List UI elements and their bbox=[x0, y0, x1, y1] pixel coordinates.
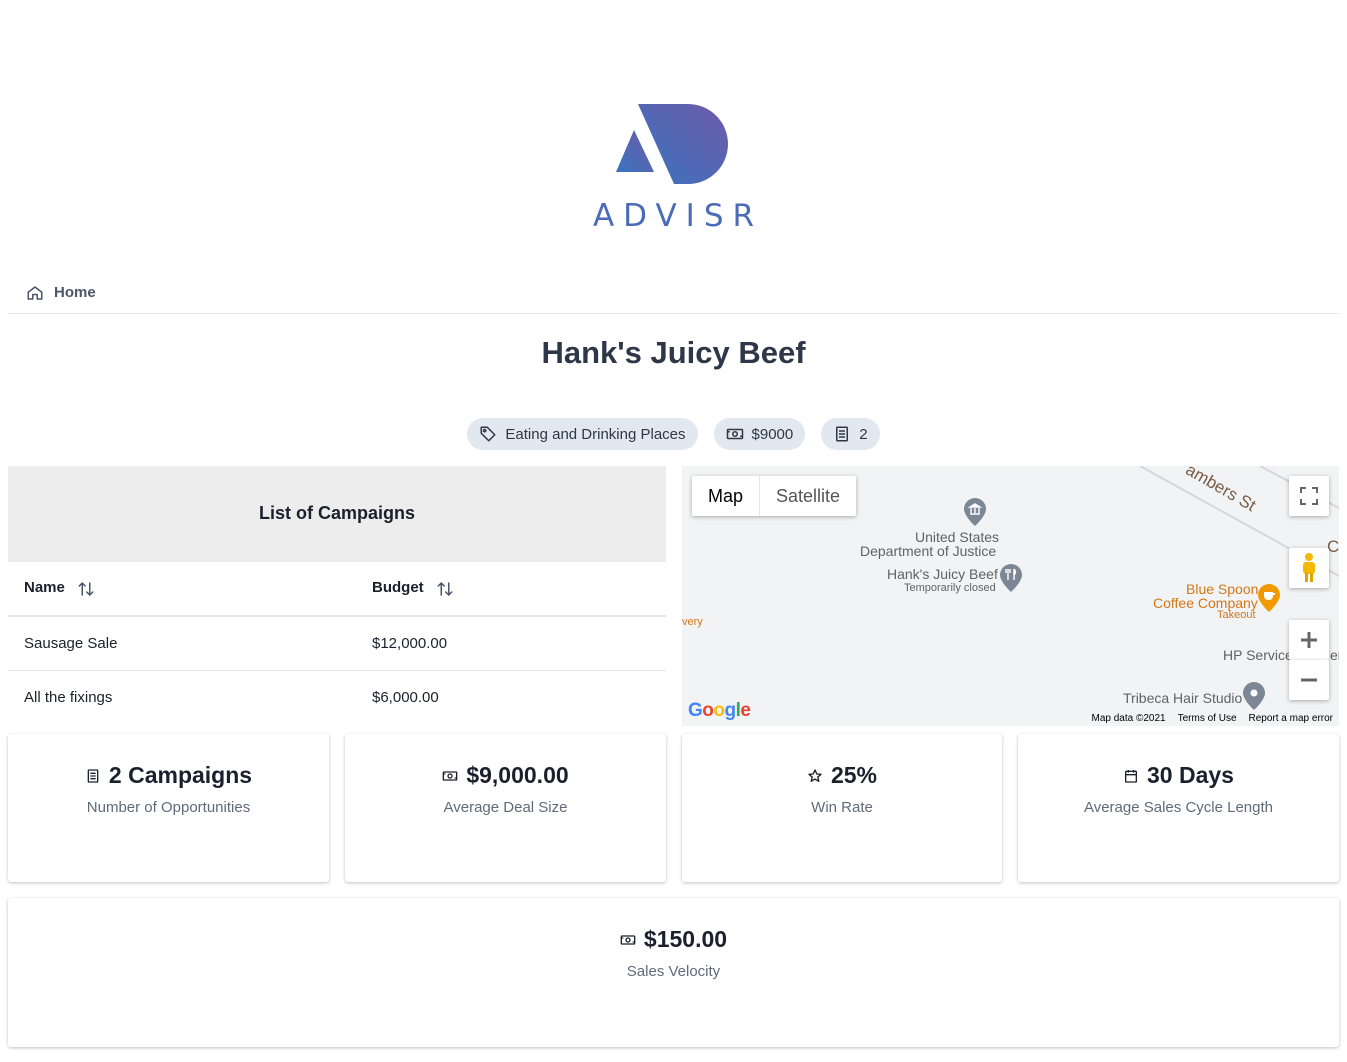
stat-card-sales-velocity: $150.00 Sales Velocity bbox=[8, 898, 1339, 1047]
map-type-map[interactable]: Map bbox=[692, 476, 759, 516]
brand-logo[interactable]: ADVISR bbox=[0, 100, 1347, 234]
tag-campaign-count: 2 bbox=[821, 418, 880, 450]
stat-value: $9,000.00 bbox=[466, 762, 569, 788]
plus-icon bbox=[1301, 632, 1317, 648]
salon-pin-icon[interactable] bbox=[1243, 682, 1265, 710]
map-place-tribeca: Tribeca Hair Studio bbox=[1123, 690, 1243, 706]
map-data-credit: Map data ©2021 bbox=[1091, 713, 1166, 724]
campaign-budget: $12,000.00 bbox=[356, 616, 666, 671]
money-icon bbox=[620, 934, 636, 945]
star-icon bbox=[808, 768, 822, 782]
map-place-doj-line2: Department of Justice bbox=[860, 543, 997, 559]
stat-value: 30 Days bbox=[1147, 762, 1234, 788]
map-place-bluespoon-status: Takeout bbox=[1217, 609, 1256, 621]
minus-icon bbox=[1301, 678, 1317, 682]
map-place-hanks-status: Temporarily closed bbox=[904, 582, 996, 594]
map-place-hp-suffix: er bbox=[1330, 647, 1339, 663]
document-icon bbox=[87, 768, 99, 783]
google-logo[interactable]: Google bbox=[688, 700, 751, 722]
stat-label: Sales Velocity bbox=[626, 963, 721, 980]
stat-label: Number of Opportunities bbox=[86, 799, 251, 816]
map-place-hp: HP Service bbox=[1223, 647, 1293, 663]
sort-icon[interactable] bbox=[436, 580, 454, 598]
breadcrumb-home[interactable]: Home bbox=[26, 284, 96, 302]
advisr-logo-mark-icon bbox=[615, 104, 728, 184]
stat-card-win-rate: 25% Win Rate bbox=[682, 734, 1002, 882]
document-icon bbox=[836, 426, 849, 442]
brand-name: ADVISR bbox=[592, 198, 764, 234]
money-icon bbox=[726, 428, 743, 440]
stat-label: Win Rate bbox=[811, 799, 873, 816]
stat-value: 25% bbox=[830, 762, 878, 788]
stat-value: 2 Campaigns bbox=[108, 762, 253, 788]
stat-card-opportunities: 2 Campaigns Number of Opportunities bbox=[8, 734, 329, 882]
home-icon bbox=[27, 285, 43, 300]
map-footer: Map data ©2021 Terms of Use Report a map… bbox=[1092, 713, 1333, 724]
tag-icon bbox=[480, 426, 496, 442]
campaigns-panel: List of Campaigns Name Budget Sausage Sa… bbox=[8, 466, 666, 726]
column-header-budget[interactable]: Budget bbox=[356, 562, 666, 617]
stat-value: $150.00 bbox=[643, 926, 728, 952]
campaigns-heading: List of Campaigns bbox=[8, 466, 666, 562]
campaigns-table: Name Budget Sausage Sale $12,000.00 All … bbox=[8, 562, 666, 724]
tag-campaign-count-label: 2 bbox=[859, 425, 868, 443]
money-icon bbox=[442, 770, 458, 781]
fullscreen-button[interactable] bbox=[1289, 476, 1329, 516]
column-header-name[interactable]: Name bbox=[8, 562, 356, 617]
stat-card-sales-cycle: 30 Days Average Sales Cycle Length bbox=[1018, 734, 1339, 882]
map-type-toggle: Map Satellite bbox=[692, 476, 857, 516]
tag-budget: $9000 bbox=[713, 418, 806, 450]
map-report-link[interactable]: Report a map error bbox=[1249, 713, 1333, 724]
column-header-name-label: Name bbox=[24, 579, 65, 597]
map-type-satellite[interactable]: Satellite bbox=[760, 476, 856, 516]
map-place-fragment: very bbox=[682, 616, 703, 628]
government-pin-icon[interactable] bbox=[964, 498, 986, 526]
breadcrumb-home-label: Home bbox=[54, 284, 96, 301]
column-header-budget-label: Budget bbox=[372, 579, 424, 597]
tag-category: Eating and Drinking Places bbox=[467, 418, 698, 450]
table-row[interactable]: All the fixings $6,000.00 bbox=[8, 670, 666, 724]
tag-budget-label: $9000 bbox=[751, 425, 794, 443]
campaign-budget: $6,000.00 bbox=[372, 688, 439, 706]
campaign-name: All the fixings bbox=[24, 688, 113, 706]
table-row[interactable]: Sausage Sale $12,000.00 bbox=[8, 616, 666, 671]
map-place-bluespoon-line1: Blue Spoon bbox=[1186, 581, 1259, 597]
calendar-icon bbox=[1125, 769, 1138, 783]
restaurant-pin-icon[interactable] bbox=[1000, 564, 1022, 592]
stat-label: Average Sales Cycle Length bbox=[1083, 799, 1273, 816]
business-tags: Eating and Drinking Places $9000 2 bbox=[0, 418, 1347, 450]
cafe-pin-icon[interactable] bbox=[1258, 584, 1280, 612]
stat-card-deal-size: $9,000.00 Average Deal Size bbox=[345, 734, 666, 882]
map-place-doj-line1: United States bbox=[915, 529, 1000, 545]
breadcrumb: Home bbox=[8, 272, 1339, 314]
fullscreen-icon bbox=[1300, 487, 1318, 505]
stat-label: Average Deal Size bbox=[443, 799, 568, 816]
pegman-icon bbox=[1303, 553, 1315, 582]
sort-icon[interactable] bbox=[77, 580, 95, 598]
campaign-name: Sausage Sale bbox=[8, 616, 356, 671]
zoom-out-button[interactable] bbox=[1289, 660, 1329, 700]
location-map[interactable]: ambers St C Map Satellite United States … bbox=[682, 466, 1339, 726]
map-place-hanks: Hank's Juicy Beef bbox=[887, 566, 998, 582]
street-view-button[interactable] bbox=[1289, 548, 1329, 588]
page-title: Hank's Juicy Beef bbox=[541, 335, 806, 370]
tag-category-label: Eating and Drinking Places bbox=[505, 425, 686, 443]
map-terms-link[interactable]: Terms of Use bbox=[1178, 713, 1237, 724]
zoom-in-button[interactable] bbox=[1289, 620, 1329, 660]
